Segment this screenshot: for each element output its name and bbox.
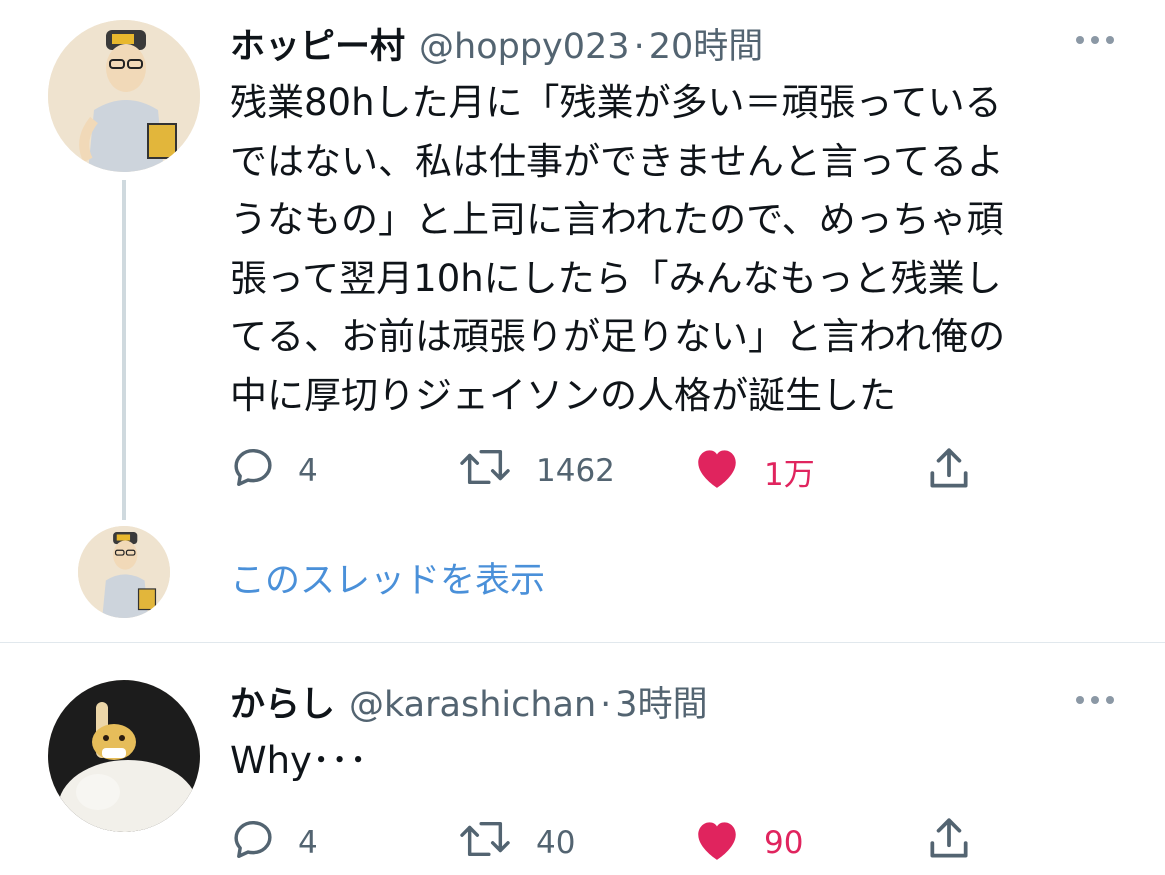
reply-icon xyxy=(230,444,276,498)
retweet-icon xyxy=(456,444,514,498)
thread-avatar[interactable] xyxy=(78,526,170,618)
tweet-header: からし @karashichan · 3時間 xyxy=(230,676,708,727)
like-action[interactable]: 90 xyxy=(692,816,803,870)
share-icon xyxy=(924,444,974,502)
tweet-text: 残業80hした月に「残業が多い＝頑張っている ではない、私は仕事ができませんと言… xyxy=(230,81,1006,417)
tweet-text: Why･･･ xyxy=(230,739,368,782)
avatar-photo xyxy=(48,680,200,832)
reply-icon xyxy=(230,816,276,870)
reply-count: 4 xyxy=(298,453,318,489)
share-action[interactable] xyxy=(924,814,974,872)
handle[interactable]: @hoppy023 xyxy=(419,27,630,67)
share-action[interactable] xyxy=(924,444,974,502)
like-action[interactable]: 1万 xyxy=(692,444,815,498)
reply-count: 4 xyxy=(298,825,318,861)
share-icon xyxy=(924,814,974,872)
timestamp[interactable]: 20時間 xyxy=(649,18,764,69)
more-icon[interactable] xyxy=(1074,32,1116,51)
show-thread-link[interactable]: このスレッドを表示 xyxy=(230,552,545,603)
retweet-action[interactable]: 1462 xyxy=(456,444,615,498)
handle[interactable]: @karashichan xyxy=(349,685,596,725)
display-name[interactable]: からし xyxy=(230,676,335,727)
retweet-count: 40 xyxy=(536,825,576,861)
reply-action[interactable]: 4 xyxy=(230,816,318,870)
retweet-action[interactable]: 40 xyxy=(456,816,575,870)
like-count: 90 xyxy=(764,825,804,861)
divider xyxy=(0,642,1165,643)
reply-action[interactable]: 4 xyxy=(230,444,318,498)
tweet-header: ホッピー村 @hoppy023 · 20時間 xyxy=(230,18,763,69)
like-count: 1万 xyxy=(764,456,815,493)
timestamp[interactable]: 3時間 xyxy=(615,676,707,727)
avatar[interactable] xyxy=(48,20,200,172)
display-name[interactable]: ホッピー村 xyxy=(230,18,405,69)
meta-separator: · xyxy=(633,27,645,67)
retweet-icon xyxy=(456,816,514,870)
meta-separator: · xyxy=(600,685,612,725)
retweet-count: 1462 xyxy=(536,453,615,489)
more-icon[interactable] xyxy=(1074,692,1116,711)
avatar[interactable] xyxy=(48,680,200,832)
avatar-illustration xyxy=(48,20,200,172)
avatar-illustration-small xyxy=(78,526,170,618)
heart-icon xyxy=(692,444,742,498)
thread-line xyxy=(122,180,126,520)
heart-icon xyxy=(692,816,742,870)
